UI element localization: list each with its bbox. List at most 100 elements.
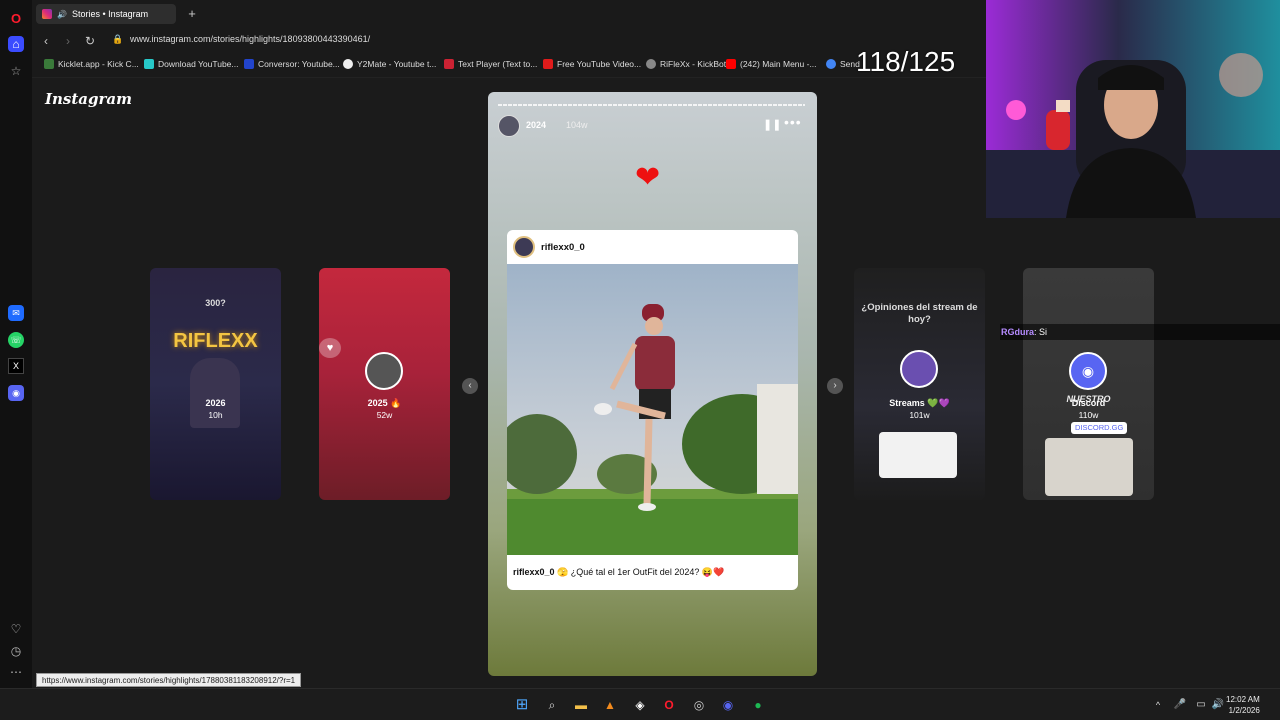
back-icon[interactable]: ‹ bbox=[38, 33, 54, 49]
discord-sidebar-icon[interactable]: ◉ bbox=[8, 385, 24, 401]
story-card-discord[interactable]: ◉ NUESTRO Discord 110w DISCORD.GG bbox=[1023, 268, 1154, 500]
x-twitter-icon[interactable]: X bbox=[8, 358, 24, 374]
story-card-streams[interactable]: ¿Opiniones del stream de hoy? Streams 💚💜… bbox=[854, 268, 985, 500]
post-photo bbox=[507, 264, 798, 555]
heart-sticker-icon: ♥ bbox=[319, 338, 341, 358]
shared-post-card[interactable]: riflexx0_0 riflexx0_0 🫣 ¿Qué tal el 1er … bbox=[507, 230, 798, 590]
network-icon[interactable]: ▭ bbox=[1193, 697, 1209, 713]
story-card-2026[interactable]: 300? RIFLEXX 2026 10h bbox=[150, 268, 281, 500]
windows-taskbar: ⊞ ⌕ ▬ ▲ ◈ O ◎ ◉ ● ^ 🎤 ▭ 🔊 12:02 AM 1/2/2… bbox=[0, 688, 1280, 720]
bookmarks-bar: Kicklet.app - Kick C... Download YouTube… bbox=[32, 54, 986, 78]
bookmark-item[interactable]: Free YouTube Video... bbox=[543, 59, 641, 69]
reload-icon[interactable]: ↻ bbox=[82, 33, 98, 49]
more-options-icon[interactable]: ••• bbox=[784, 114, 802, 130]
webcam-overlay bbox=[986, 0, 1280, 218]
card-top-text: ¿Opiniones del stream de hoy? bbox=[861, 302, 978, 325]
card-avatar bbox=[365, 352, 403, 390]
tab-active[interactable]: 🔊 Stories • Instagram bbox=[36, 4, 176, 24]
bookmark-favicon-icon bbox=[343, 59, 353, 69]
subscriber-goal-counter: 118/125 bbox=[856, 46, 956, 77]
bookmark-favicon-icon bbox=[44, 59, 54, 69]
clock-time: 12:02 AM bbox=[1226, 695, 1260, 704]
card-sub: 110w bbox=[1078, 410, 1099, 420]
opera-logo-icon[interactable]: O bbox=[8, 10, 24, 26]
card-label: Streams 💚💜 bbox=[889, 398, 950, 408]
more-dots-icon[interactable]: ⋯ bbox=[8, 664, 24, 680]
next-story-button[interactable]: › bbox=[827, 378, 843, 394]
whatsapp-icon[interactable]: ☏ bbox=[8, 332, 24, 348]
history-clock-icon[interactable]: ◷ bbox=[8, 643, 24, 659]
microphone-icon[interactable]: 🎤 bbox=[1172, 697, 1188, 713]
messenger-icon[interactable]: ✉ bbox=[8, 305, 24, 321]
story-card-2025[interactable]: ♥ 2025 🔥 52w bbox=[319, 268, 450, 500]
discord-taskbar-icon[interactable]: ◉ bbox=[720, 697, 736, 713]
prev-story-button[interactable]: ‹ bbox=[462, 378, 478, 394]
caption-username[interactable]: riflexx0_0 bbox=[513, 567, 555, 577]
search-icon[interactable]: ⌕ bbox=[544, 697, 560, 713]
chat-message: : Si bbox=[1034, 327, 1048, 337]
bookmark-star-icon[interactable]: ☆ bbox=[8, 63, 24, 79]
obs-icon[interactable]: ◎ bbox=[691, 697, 707, 713]
card-label: 2025 🔥 bbox=[367, 398, 402, 408]
forward-icon[interactable]: › bbox=[60, 33, 76, 49]
story-title[interactable]: 2024 bbox=[526, 120, 546, 130]
card-sub: 10h bbox=[208, 410, 223, 420]
bookmark-favicon-icon bbox=[826, 59, 836, 69]
clock-date: 1/2/2026 bbox=[1228, 706, 1260, 715]
post-avatar bbox=[513, 236, 535, 258]
card-label: Discord bbox=[1071, 398, 1106, 408]
url-field[interactable]: www.instagram.com/stories/highlights/180… bbox=[130, 34, 370, 44]
bookmark-item[interactable]: RiFleXx - KickBot bbox=[646, 59, 726, 69]
discord-link-sticker: DISCORD.GG bbox=[1071, 422, 1128, 434]
bookmark-favicon-icon bbox=[444, 59, 454, 69]
tab-bar: 🔊 Stories • Instagram + bbox=[32, 0, 986, 28]
bookmark-item[interactable]: Text Player (Text to... bbox=[444, 59, 537, 69]
instagram-logo[interactable]: Instagram bbox=[45, 90, 132, 108]
story-viewer[interactable]: 2024 104w ❚❚ ••• ❤ riflexx0_0 riflexx0_0… bbox=[488, 92, 817, 676]
caption-text: 🫣 ¿Qué tal el 1er OutFit del 2024? 😝❤️ bbox=[557, 567, 725, 577]
bookmark-item[interactable]: Conversor: Youtube... bbox=[244, 59, 340, 69]
story-avatar[interactable] bbox=[498, 115, 520, 137]
spotify-icon[interactable]: ● bbox=[750, 697, 766, 713]
bookmark-item[interactable]: (242) Main Menu -... bbox=[726, 59, 817, 69]
file-explorer-icon[interactable]: ▬ bbox=[573, 697, 589, 713]
new-tab-button[interactable]: + bbox=[184, 6, 200, 22]
clock[interactable]: 12:02 AM 1/2/2026 bbox=[1226, 694, 1260, 716]
bookmark-item[interactable]: Download YouTube... bbox=[144, 59, 239, 69]
address-bar: ‹ › ↻ 🔒 www.instagram.com/stories/highli… bbox=[32, 28, 986, 54]
bookmark-item[interactable]: Kicklet.app - Kick C... bbox=[44, 59, 139, 69]
question-sticker bbox=[879, 432, 957, 478]
windows-start-icon[interactable]: ⊞ bbox=[514, 697, 530, 713]
card-art-text: RIFLEXX bbox=[173, 330, 258, 352]
card-avatar bbox=[900, 350, 938, 388]
status-url-tooltip: https://www.instagram.com/stories/highli… bbox=[36, 673, 302, 687]
bookmark-favicon-icon bbox=[543, 59, 553, 69]
pause-icon[interactable]: ❚❚ bbox=[763, 118, 781, 131]
bookmark-favicon-icon bbox=[144, 59, 154, 69]
opera-taskbar-icon[interactable]: O bbox=[661, 697, 677, 713]
card-sub: 101w bbox=[909, 410, 930, 420]
post-caption: riflexx0_0 🫣 ¿Qué tal el 1er OutFit del … bbox=[513, 567, 724, 578]
post-username: riflexx0_0 bbox=[541, 242, 585, 253]
instagram-favicon-icon bbox=[42, 9, 52, 19]
bookmark-favicon-icon bbox=[244, 59, 254, 69]
tab-title: Stories • Instagram bbox=[71, 9, 149, 19]
bookmark-favicon-icon bbox=[726, 59, 736, 69]
opera-sidebar: O ⌂ ☆ ✉ ☏ X ◉ ♡ ◷ ⋯ bbox=[0, 0, 32, 688]
story-time: 104w bbox=[566, 120, 588, 130]
bookmark-item[interactable]: Send bbox=[826, 59, 860, 69]
tray-chevron-icon[interactable]: ^ bbox=[1150, 697, 1166, 713]
heart-emoji: ❤ bbox=[635, 161, 661, 194]
app-icon[interactable]: ▲ bbox=[602, 697, 618, 713]
volume-icon[interactable]: 🔊 bbox=[1210, 697, 1226, 713]
story-progress-bar bbox=[498, 104, 805, 106]
bookmark-item[interactable]: Y2Mate - Youtube t... bbox=[343, 59, 436, 69]
lock-icon: 🔒 bbox=[112, 34, 124, 44]
chat-username: RGdura bbox=[1001, 327, 1035, 337]
capture-icon[interactable]: ◈ bbox=[632, 697, 648, 713]
home-icon[interactable]: ⌂ bbox=[8, 36, 24, 52]
bookmark-favicon-icon bbox=[646, 59, 656, 69]
audio-icon[interactable]: 🔊 bbox=[57, 10, 67, 19]
heart-icon[interactable]: ♡ bbox=[8, 621, 24, 637]
post-header: riflexx0_0 bbox=[507, 230, 798, 264]
